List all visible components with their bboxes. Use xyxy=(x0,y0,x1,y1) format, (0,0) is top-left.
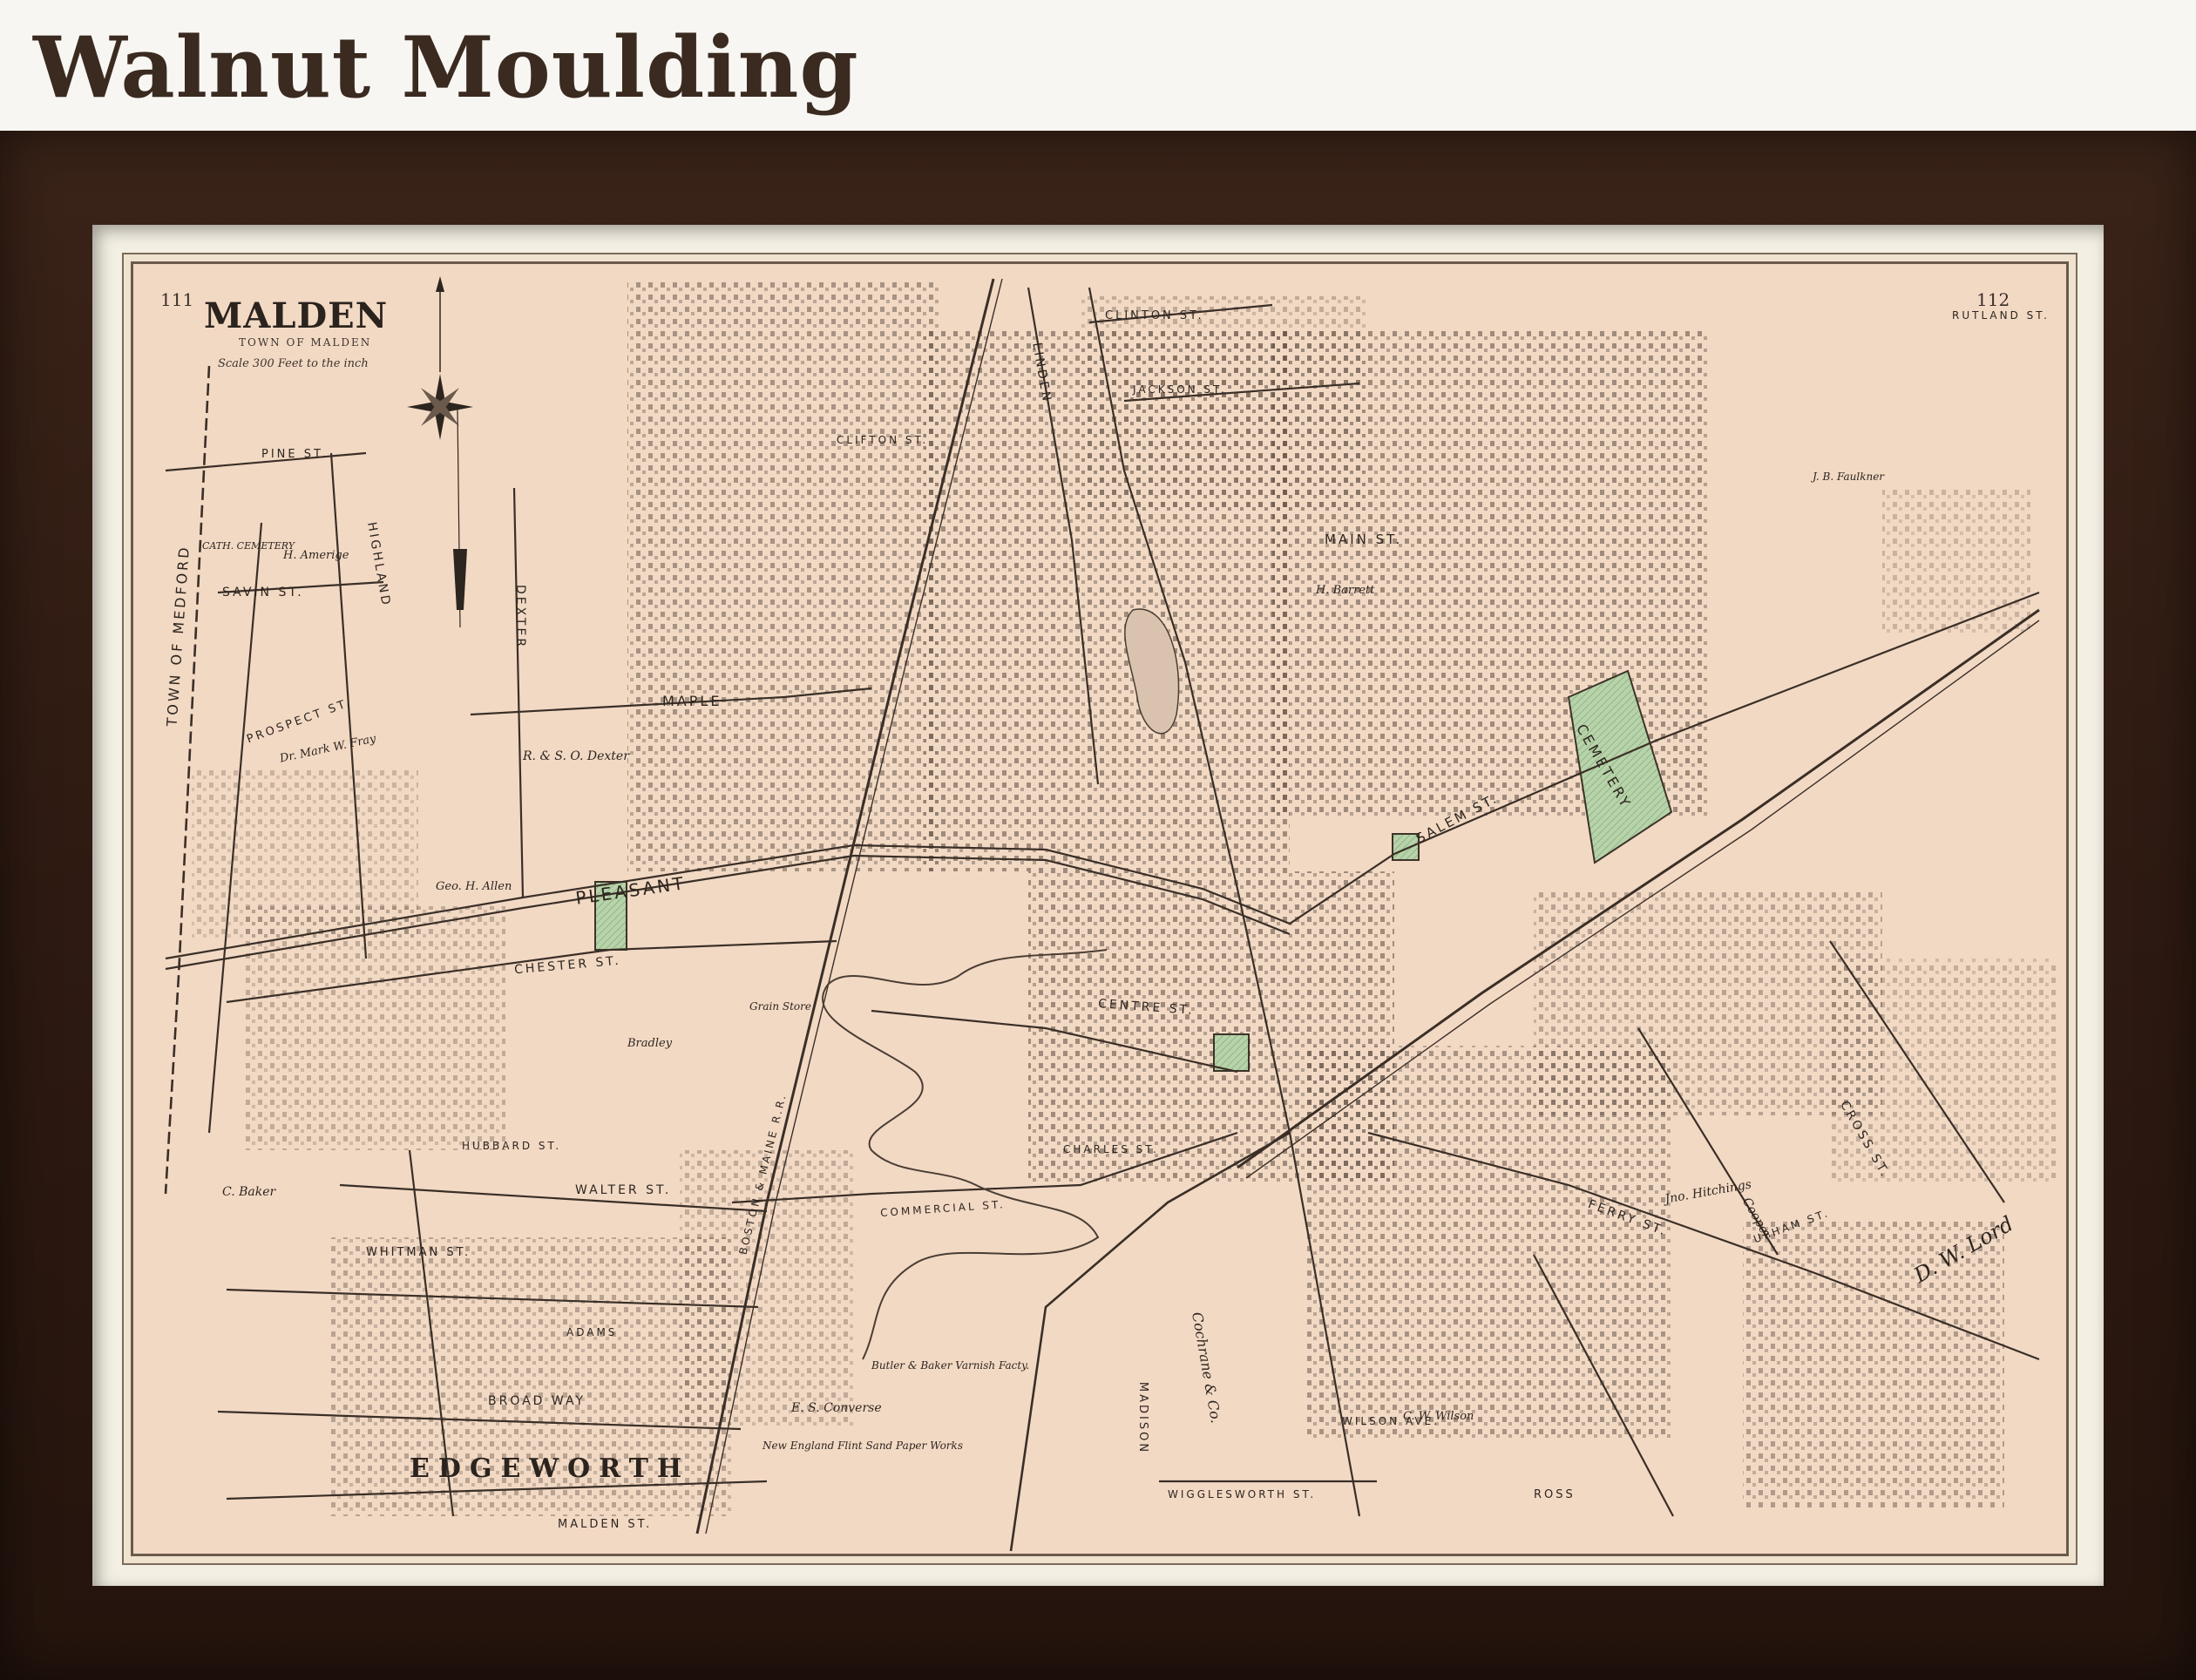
street-label-hubbard: HUBBARD ST. xyxy=(462,1140,562,1152)
label-allen: Geo. H. Allen xyxy=(436,880,512,893)
label-faulkner: J. B. Faulkner xyxy=(1813,471,1885,483)
street-label-savin: SAVIN ST. xyxy=(222,586,304,600)
street-label-maple: MAPLE xyxy=(662,693,722,709)
street-label-clinton: CLINTON ST. xyxy=(1105,309,1204,322)
map-scale: Scale 300 Feet to the inch xyxy=(218,357,369,370)
label-baker: C. Baker xyxy=(222,1185,276,1199)
street-label-dexter: DEXTER xyxy=(513,584,528,650)
label-barrett: H. Barrett xyxy=(1316,584,1375,597)
label-sand-paper-works: New England Flint Sand Paper Works xyxy=(762,1440,963,1452)
street-label-ross: ROSS xyxy=(1534,1488,1576,1501)
map-title-block: MALDEN TOWN OF MALDEN Scale 300 Feet to … xyxy=(204,295,413,371)
label-cw-wilson: C. W. Wilson xyxy=(1403,1410,1474,1423)
label-grain-store: Grain Store xyxy=(749,1000,811,1013)
street-label-adams: ADAMS xyxy=(566,1326,618,1338)
street-label-broadway: BROAD WAY xyxy=(488,1394,586,1408)
meridian-arrow-icon xyxy=(453,409,467,628)
street-label-charles: CHARLES ST. xyxy=(1063,1143,1159,1155)
street-label-rutland: RUTLAND ST. xyxy=(1952,309,2050,322)
street-label-clifton: CLIFTON ST. xyxy=(837,434,929,446)
street-label-wigglesworth: WIGGLESWORTH ST. xyxy=(1168,1488,1317,1500)
street-label-malden-st: MALDEN ST. xyxy=(558,1518,653,1531)
label-ameridge: H. Amerige xyxy=(283,549,349,562)
street-label-jackson: JACKSON ST. xyxy=(1133,383,1227,396)
label-dexter-owner: R. & S. O. Dexter xyxy=(523,749,629,763)
label-cath-cemetery: CATH. CEMETERY xyxy=(202,540,295,552)
compass-rose-icon xyxy=(407,276,473,440)
building-clusters xyxy=(192,279,2057,1516)
map-linework xyxy=(164,276,2057,1552)
street-label-main: MAIN ST. xyxy=(1325,532,1403,547)
label-converse: E. S. Converse xyxy=(791,1401,882,1415)
street-label-madison: MADISON xyxy=(1136,1381,1150,1455)
map-subtitle: TOWN OF MALDEN xyxy=(239,336,372,349)
street-label-whitman: WHITMAN ST. xyxy=(366,1246,471,1259)
page-number-right: 112 xyxy=(1976,289,2010,310)
street-label-walter: WALTER ST. xyxy=(575,1183,672,1197)
page-number-left: 111 xyxy=(160,289,194,310)
map-title: MALDEN xyxy=(204,295,389,336)
label-bradley: Bradley xyxy=(627,1037,673,1050)
label-edgeworth: EDGEWORTH xyxy=(410,1453,691,1484)
label-butler-baker: Butler & Baker Varnish Facty. xyxy=(871,1359,1030,1372)
street-label-pine: PINE ST. xyxy=(261,448,329,461)
